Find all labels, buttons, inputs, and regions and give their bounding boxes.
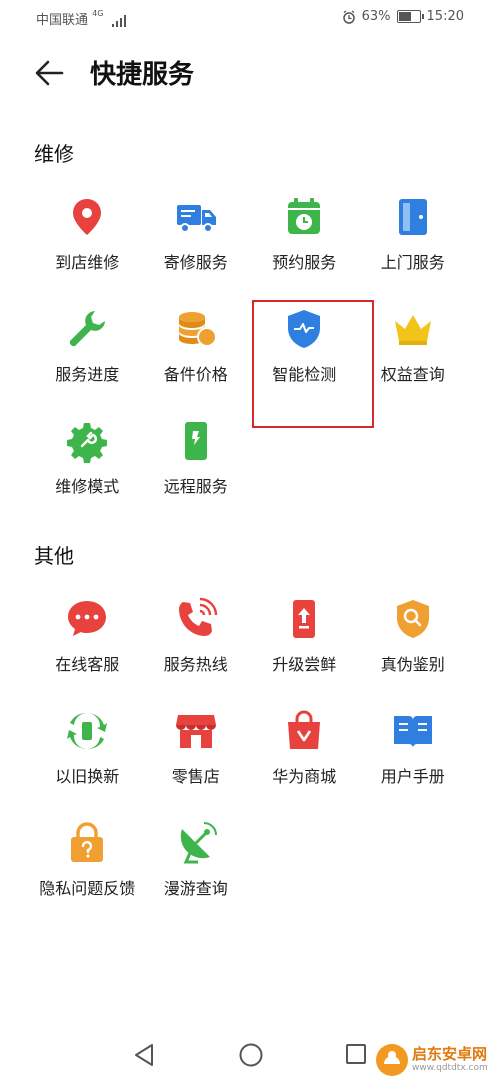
service-label: 预约服务	[272, 253, 337, 272]
service-beta-upgrade[interactable]: 升级尝鲜	[250, 591, 359, 703]
trade-in-icon	[67, 712, 108, 750]
battery-icon	[396, 10, 424, 23]
service-repair-mode[interactable]: 维修模式	[33, 413, 142, 525]
wrench-icon	[70, 311, 106, 347]
service-label: 上门服务	[380, 253, 445, 272]
store-icon	[175, 715, 216, 748]
clock: 15:20	[426, 9, 464, 24]
service-label: 远程服务	[163, 477, 228, 496]
carrier-label: 中国联通	[36, 13, 89, 28]
service-authenticity[interactable]: 真伪鉴别	[359, 591, 468, 703]
service-label: 以旧换新	[55, 767, 120, 786]
service-onsite[interactable]: 上门服务	[359, 189, 468, 301]
service-roaming-query[interactable]: 漫游查询	[142, 815, 251, 927]
service-label: 零售店	[171, 767, 220, 786]
signal-icon	[111, 14, 126, 27]
alarm-icon	[342, 9, 355, 24]
shopping-bag-icon	[288, 710, 321, 749]
service-label: 服务热线	[163, 655, 228, 674]
book-icon	[393, 716, 432, 748]
service-label: 维修模式	[55, 477, 120, 496]
door-icon	[398, 199, 427, 235]
status-right: 63% 15:20	[342, 9, 464, 24]
nav-back-icon[interactable]	[132, 1042, 156, 1068]
highlight-box	[252, 300, 374, 428]
watermark-logo-icon	[376, 1044, 408, 1076]
lock-question-icon	[71, 822, 104, 862]
status-bar: 中国联通 4G 63% 15:20	[0, 0, 500, 34]
service-retail-store[interactable]: 零售店	[142, 703, 251, 815]
service-label: 用户手册	[380, 767, 445, 786]
chat-bubble-icon	[68, 601, 107, 636]
section-title-other: 其他	[34, 544, 74, 568]
watermark-url: www.qdtdtx.com	[412, 1063, 488, 1073]
service-label: 华为商城	[272, 767, 337, 786]
page-title: 快捷服务	[90, 60, 195, 90]
service-label: 服务进度	[55, 365, 120, 384]
nav-home-icon[interactable]	[238, 1042, 264, 1068]
service-benefits-query[interactable]: 权益查询	[359, 301, 468, 413]
service-label: 真伪鉴别	[380, 655, 445, 674]
satellite-dish-icon	[180, 822, 217, 864]
service-progress[interactable]: 服务进度	[33, 301, 142, 413]
shield-search-icon	[396, 600, 429, 638]
network-type: 4G	[92, 9, 104, 18]
service-online-support[interactable]: 在线客服	[33, 591, 142, 703]
watermark: 启东安卓网 www.qdtdtx.com	[374, 1040, 500, 1080]
service-user-manual[interactable]: 用户手册	[359, 703, 468, 815]
other-services-grid: 在线客服 服务热线 升级尝鲜 真伪鉴别 以旧换新 零售店 华为商城 用户手册 隐…	[33, 591, 467, 927]
app-header: 快捷服务	[0, 48, 500, 98]
service-label: 权益查询	[380, 365, 445, 384]
service-label: 在线客服	[55, 655, 120, 674]
service-label: 到店维修	[55, 253, 120, 272]
service-hotline[interactable]: 服务热线	[142, 591, 251, 703]
service-vmall[interactable]: 华为商城	[250, 703, 359, 815]
truck-icon	[176, 205, 216, 233]
back-arrow-icon[interactable]	[32, 56, 66, 90]
service-appointment[interactable]: 预约服务	[250, 189, 359, 301]
gear-wrench-icon	[67, 423, 108, 463]
service-label: 升级尝鲜	[272, 655, 337, 674]
service-remote[interactable]: 远程服务	[142, 413, 251, 525]
repair-services-grid: 到店维修 寄修服务 预约服务 上门服务 服务进度 备件价格 智能检测 权益查询 …	[33, 189, 467, 525]
crown-icon	[394, 315, 431, 345]
service-mail-in-repair[interactable]: 寄修服务	[142, 189, 251, 301]
service-label: 备件价格	[163, 365, 228, 384]
service-label: 隐私问题反馈	[39, 879, 136, 898]
calendar-clock-icon	[288, 198, 321, 234]
section-title-repair: 维修	[34, 142, 74, 166]
phone-call-icon	[178, 597, 217, 636]
coins-icon	[178, 312, 217, 347]
upgrade-phone-icon	[293, 600, 316, 638]
service-in-store-repair[interactable]: 到店维修	[33, 189, 142, 301]
service-label: 漫游查询	[163, 879, 228, 898]
status-left: 中国联通 4G	[36, 9, 128, 28]
phone-remote-icon	[184, 422, 207, 460]
map-pin-icon	[73, 199, 102, 235]
service-label: 寄修服务	[163, 253, 228, 272]
watermark-text: 启东安卓网	[412, 1045, 488, 1063]
battery-percent: 63%	[361, 9, 391, 24]
service-parts-price[interactable]: 备件价格	[142, 301, 251, 413]
service-privacy-feedback[interactable]: 隐私问题反馈	[33, 815, 142, 927]
service-trade-in[interactable]: 以旧换新	[33, 703, 142, 815]
nav-recents-icon[interactable]	[344, 1042, 368, 1068]
